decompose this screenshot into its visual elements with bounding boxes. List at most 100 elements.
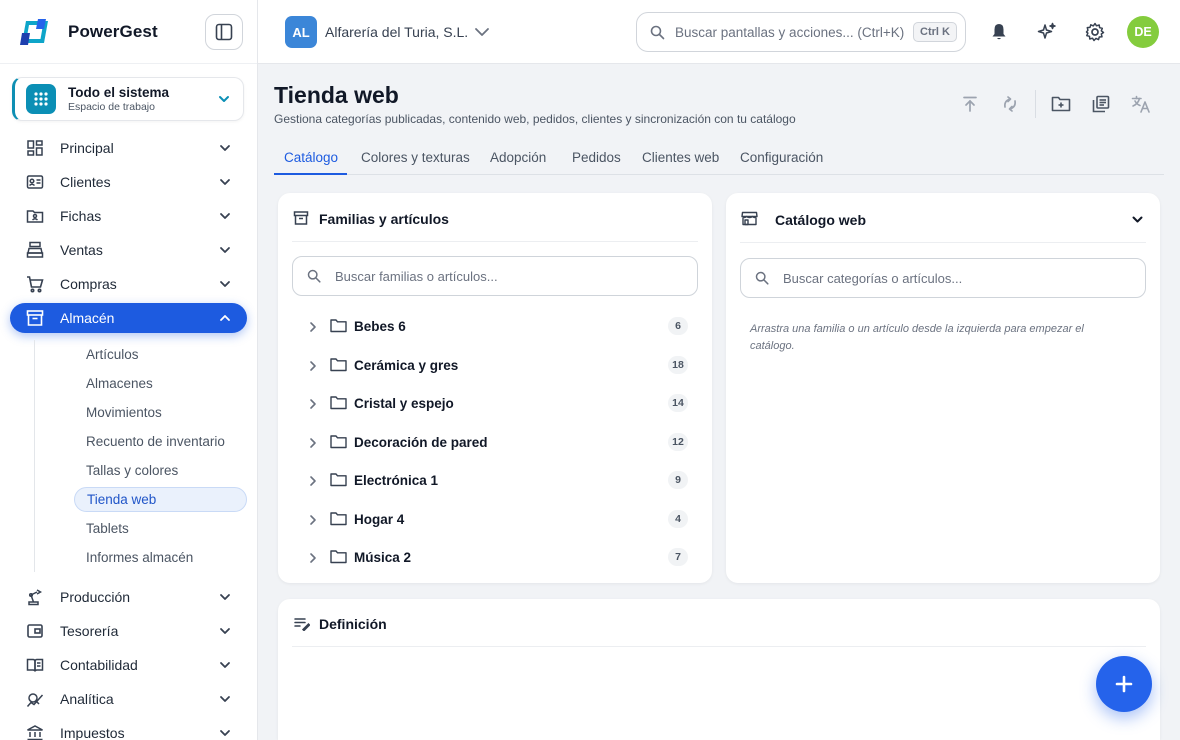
sidebar-item-contabilidad[interactable]: Contabilidad xyxy=(10,650,247,680)
sidebar-item-analitica[interactable]: Analítica xyxy=(10,684,247,714)
workspace-selector[interactable]: Todo el sistema Espacio de trabajo xyxy=(12,77,244,121)
sidebar-item-label: Compras xyxy=(60,276,117,292)
family-count-badge: 9 xyxy=(668,471,688,489)
tab-adopcion[interactable]: Adopción xyxy=(490,150,546,165)
workspace-name: Todo el sistema xyxy=(68,85,170,100)
plus-icon xyxy=(1115,675,1133,693)
family-row[interactable]: Música 2 7 xyxy=(303,546,688,570)
tab-bar: Catálogo Colores y texturas Adopción Ped… xyxy=(274,140,1164,175)
folder-icon xyxy=(330,512,347,526)
storefront-icon xyxy=(741,211,758,226)
company-avatar[interactable]: AL xyxy=(285,16,317,48)
chevron-right-icon[interactable] xyxy=(307,321,319,333)
submenu-item-almacenes[interactable]: Almacenes xyxy=(74,371,247,396)
sync-button[interactable] xyxy=(1000,94,1020,114)
publish-button[interactable] xyxy=(960,94,980,114)
submenu-item-label: Recuento de inventario xyxy=(86,434,225,449)
sidebar-item-label: Ventas xyxy=(60,242,103,258)
collapse-sidebar-button[interactable] xyxy=(205,14,243,50)
translate-button[interactable] xyxy=(1131,94,1151,114)
user-avatar[interactable]: DE xyxy=(1127,16,1159,48)
chevron-right-icon[interactable] xyxy=(307,514,319,526)
sidebar-item-label: Almacén xyxy=(60,310,115,326)
family-name: Hogar 4 xyxy=(354,512,405,527)
translate-icon xyxy=(1131,95,1150,113)
dashboard-grid-icon xyxy=(27,140,43,156)
definition-panel xyxy=(278,599,1160,740)
id-card-icon xyxy=(26,175,44,189)
notifications-button[interactable] xyxy=(987,20,1011,44)
chevron-right-icon[interactable] xyxy=(307,437,319,449)
sparkles-icon xyxy=(1037,22,1056,39)
submenu-item-label: Tallas y colores xyxy=(86,463,179,478)
tab-catalogo[interactable]: Catálogo xyxy=(284,150,338,165)
sidebar-item-tesoreria[interactable]: Tesorería xyxy=(10,616,247,646)
submenu-item-label: Artículos xyxy=(86,347,139,362)
chevron-down-icon[interactable] xyxy=(1131,213,1144,226)
library-copy-icon xyxy=(1092,95,1110,113)
sidebar-item-compras[interactable]: Compras xyxy=(10,269,247,299)
submenu-item-articulos[interactable]: Artículos xyxy=(74,342,247,367)
family-row[interactable]: Cerámica y gres 18 xyxy=(303,354,688,378)
sidebar-item-principal[interactable]: Principal xyxy=(10,133,247,163)
analytics-icon xyxy=(26,693,44,707)
new-folder-button[interactable] xyxy=(1051,94,1071,114)
submenu-item-label: Informes almacén xyxy=(86,550,194,565)
web-catalog-title: Catálogo web xyxy=(775,212,867,228)
bank-icon xyxy=(27,725,43,740)
company-name[interactable]: Alfarería del Turia, S.L. xyxy=(325,24,468,40)
submenu-item-informes[interactable]: Informes almacén xyxy=(74,545,247,570)
sidebar-item-impuestos[interactable]: Impuestos xyxy=(10,718,247,740)
family-row[interactable]: Decoración de pared 12 xyxy=(303,431,688,455)
sidebar-item-label: Clientes xyxy=(60,174,111,190)
chevron-down-icon xyxy=(220,594,230,600)
sidebar-item-ventas[interactable]: Ventas xyxy=(10,235,247,265)
family-row[interactable]: Hogar 4 4 xyxy=(303,508,688,532)
copy-catalog-button[interactable] xyxy=(1091,94,1111,114)
settings-button[interactable] xyxy=(1083,20,1107,44)
panel-divider xyxy=(292,241,698,242)
tab-colores-texturas[interactable]: Colores y texturas xyxy=(361,150,470,165)
submenu-item-recuento[interactable]: Recuento de inventario xyxy=(74,429,247,454)
sidebar: PowerGest Todo el sistema Espacio de tra… xyxy=(0,0,258,740)
chevron-right-icon[interactable] xyxy=(307,475,319,487)
apps-grid-icon xyxy=(26,84,56,114)
tab-configuracion[interactable]: Configuración xyxy=(740,150,823,165)
definition-title: Definición xyxy=(319,616,387,632)
submenu-item-movimientos[interactable]: Movimientos xyxy=(74,400,247,425)
family-count-badge: 18 xyxy=(668,356,688,374)
sidebar-item-almacen[interactable]: Almacén xyxy=(10,303,247,333)
folder-person-icon xyxy=(26,210,44,223)
folder-icon xyxy=(330,396,347,410)
search-placeholder: Buscar familias o artículos... xyxy=(335,269,498,284)
family-row[interactable]: Bebes 6 6 xyxy=(303,315,688,339)
tab-clientes-web[interactable]: Clientes web xyxy=(642,150,719,165)
sidebar-item-produccion[interactable]: Producción xyxy=(10,582,247,612)
submenu-item-tablets[interactable]: Tablets xyxy=(74,516,247,541)
chevron-right-icon[interactable] xyxy=(307,552,319,564)
sidebar-item-label: Impuestos xyxy=(60,725,125,740)
sidebar-item-clientes[interactable]: Clientes xyxy=(10,167,247,197)
ai-assistant-button[interactable] xyxy=(1035,20,1059,44)
family-row[interactable]: Cristal y espejo 14 xyxy=(303,392,688,416)
web-catalog-search-input[interactable]: Buscar categorías o artículos... xyxy=(740,258,1146,298)
tab-pedidos[interactable]: Pedidos xyxy=(572,150,621,165)
add-button[interactable] xyxy=(1096,656,1152,712)
sidebar-item-fichas[interactable]: Fichas xyxy=(10,201,247,231)
submenu-item-tallas[interactable]: Tallas y colores xyxy=(74,458,247,483)
family-name: Cristal y espejo xyxy=(354,396,454,411)
folder-icon xyxy=(330,550,347,564)
panel-divider xyxy=(292,646,1146,647)
archive-box-icon xyxy=(293,211,309,225)
chevron-right-icon[interactable] xyxy=(307,360,319,372)
sidebar-item-label: Producción xyxy=(60,589,131,605)
wallet-icon xyxy=(27,624,43,638)
families-search-input[interactable]: Buscar familias o artículos... xyxy=(292,256,698,296)
submenu-item-label: Tienda web xyxy=(87,492,157,507)
chevron-right-icon[interactable] xyxy=(307,398,319,410)
global-search-input[interactable]: Buscar pantallas y acciones... (Ctrl+K) … xyxy=(636,12,966,52)
family-row[interactable]: Electrónica 1 9 xyxy=(303,469,688,493)
brand[interactable]: PowerGest xyxy=(18,16,158,48)
submenu-item-tienda-web[interactable]: Tienda web xyxy=(74,487,247,512)
chevron-down-icon[interactable] xyxy=(474,25,490,39)
